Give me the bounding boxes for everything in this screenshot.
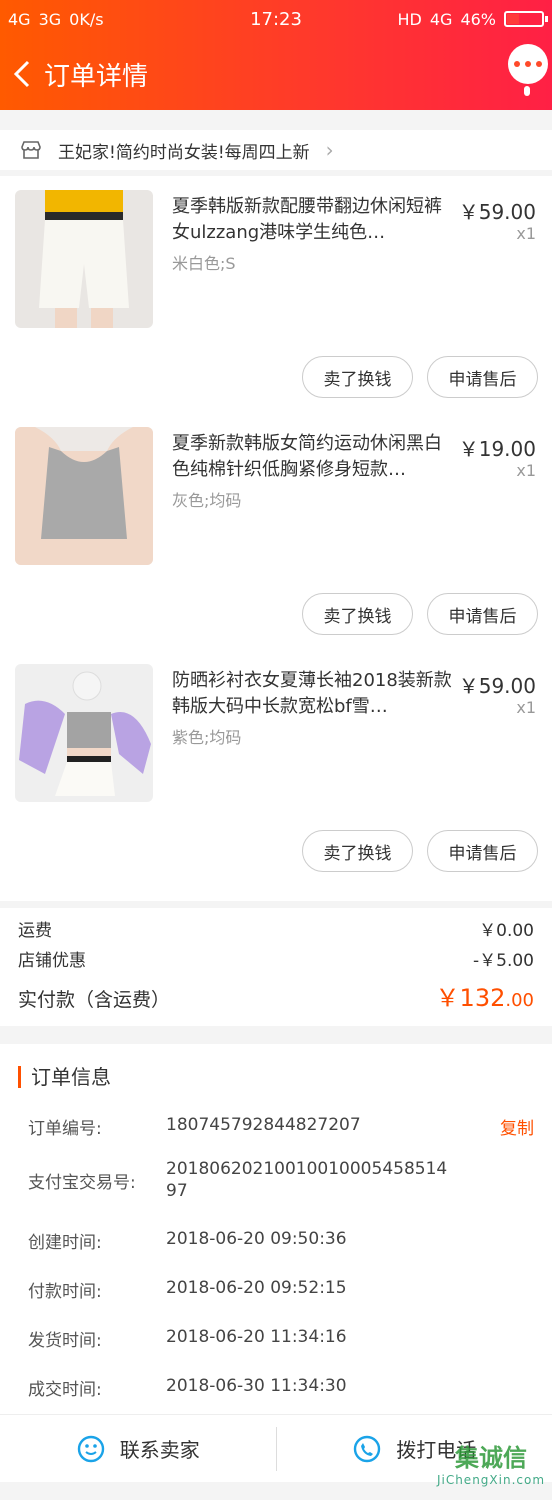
order-info-title: 订单信息 <box>18 1066 111 1088</box>
total-value: ￥132.00 <box>436 978 534 1013</box>
info-row: 付款时间: 2018-06-20 09:52:15 <box>28 1277 534 1302</box>
info-row: 创建时间: 2018-06-20 09:50:36 <box>28 1228 534 1253</box>
product-sku: 紫色;均码 <box>172 728 242 747</box>
header: 4G 3G 0K/s 17:23 HD 4G 46% 订单详情 <box>0 0 552 110</box>
completed-time: 2018-06-30 11:34:30 <box>166 1376 347 1396</box>
shipping-label: 运费 <box>18 921 52 941</box>
order-number: 180745792844827207 <box>166 1115 361 1135</box>
product-title[interactable]: 夏季韩版新款配腰带翻边休闲短裤女ulzzang港味学生纯色… <box>172 194 454 246</box>
store-name: 王妃家!简约时尚女装!每周四上新 <box>58 142 310 163</box>
product-sku: 灰色;均码 <box>172 491 242 510</box>
more-menu-button[interactable] <box>508 44 548 96</box>
product-price: ￥19.00 <box>458 437 536 461</box>
back-icon[interactable] <box>0 46 44 102</box>
product-price: ￥59.00 <box>458 674 536 698</box>
total-main: ￥132 <box>435 984 506 1012</box>
list-item[interactable]: 防晒衫衬衣女夏薄长袖2018装新款韩版大码中长款宽松bf雪… 紫色;均码 ￥59… <box>0 664 552 901</box>
info-label: 付款时间: <box>28 1282 102 1302</box>
copy-button[interactable]: 复制 <box>500 1114 534 1139</box>
sell-button[interactable]: 卖了换钱 <box>302 356 413 398</box>
info-row: 成交时间: 2018-06-30 11:34:30 <box>28 1375 534 1400</box>
watermark-sub: JiChengXin.com <box>436 1473 546 1487</box>
info-label: 成交时间: <box>28 1380 102 1400</box>
nav-bar: 订单详情 <box>0 44 552 102</box>
store-row[interactable]: 王妃家!简约时尚女装!每周四上新 › <box>0 130 552 170</box>
sell-button[interactable]: 卖了换钱 <box>302 830 413 872</box>
after-sales-button[interactable]: 申请售后 <box>427 356 538 398</box>
phone-icon <box>354 1435 381 1462</box>
total-decimal: .00 <box>505 990 534 1011</box>
info-label: 订单编号: <box>28 1119 102 1139</box>
contact-seller-label: 联系卖家 <box>119 1438 200 1462</box>
after-sales-button[interactable]: 申请售后 <box>427 593 538 635</box>
contact-seller-button[interactable]: 联系卖家 <box>0 1415 276 1482</box>
list-item[interactable]: 夏季新款韩版女简约运动休闲黑白色纯棉针织低胸紧修身短款… 灰色;均码 ￥19.0… <box>0 427 552 664</box>
product-qty: x1 <box>516 698 536 717</box>
watermark: 集诚信 JiChengXin.com <box>436 1438 546 1494</box>
shipping-value: ￥0.00 <box>479 921 534 941</box>
order-info: 订单信息 订单编号: 180745792844827207 复制 支付宝交易号:… <box>0 1044 552 1414</box>
info-row: 发货时间: 2018-06-20 11:34:16 <box>28 1326 534 1351</box>
discount-value: -￥5.00 <box>473 951 534 971</box>
total-label: 实付款（含运费） <box>18 989 171 1011</box>
info-label: 支付宝交易号: <box>28 1173 136 1193</box>
info-label: 创建时间: <box>28 1233 102 1253</box>
chat-icon <box>77 1435 104 1462</box>
discount-label: 店铺优惠 <box>18 951 86 971</box>
product-image[interactable] <box>15 190 153 328</box>
page-title: 订单详情 <box>44 61 149 92</box>
product-image[interactable] <box>15 664 153 802</box>
created-time: 2018-06-20 09:50:36 <box>166 1229 347 1249</box>
watermark-main: 集诚信 <box>455 1444 527 1472</box>
shipped-time: 2018-06-20 11:34:16 <box>166 1327 347 1347</box>
fee-summary: 运费 ￥0.00 店铺优惠 -￥5.00 实付款（含运费） ￥132.00 <box>0 908 552 1026</box>
battery-icon <box>504 11 548 27</box>
product-image[interactable] <box>15 427 153 565</box>
after-sales-button[interactable]: 申请售后 <box>427 830 538 872</box>
chevron-right-icon: › <box>325 138 334 162</box>
clock: 17:23 <box>250 8 302 30</box>
alipay-trade-number: 2018062021001001000545851497 <box>166 1159 448 1201</box>
product-title[interactable]: 夏季新款韩版女简约运动休闲黑白色纯棉针织低胸紧修身短款… <box>172 431 454 483</box>
paid-time: 2018-06-20 09:52:15 <box>166 1278 347 1298</box>
product-price: ￥59.00 <box>458 200 536 224</box>
product-title[interactable]: 防晒衫衬衣女夏薄长袖2018装新款韩版大码中长款宽松bf雪… <box>172 668 454 720</box>
status-bar: 4G 3G 0K/s 17:23 HD 4G 46% <box>0 0 552 38</box>
product-sku: 米白色;S <box>172 254 236 273</box>
product-qty: x1 <box>516 461 536 480</box>
sell-button[interactable]: 卖了换钱 <box>302 593 413 635</box>
info-row: 支付宝交易号: 2018062021001001000545851497 <box>28 1158 534 1202</box>
info-row: 订单编号: 180745792844827207 复制 <box>28 1114 534 1139</box>
product-qty: x1 <box>516 224 536 243</box>
store-icon <box>21 141 41 159</box>
list-item[interactable]: 夏季韩版新款配腰带翻边休闲短裤女ulzzang港味学生纯色… 米白色;S ￥59… <box>0 190 552 427</box>
info-label: 发货时间: <box>28 1331 102 1351</box>
